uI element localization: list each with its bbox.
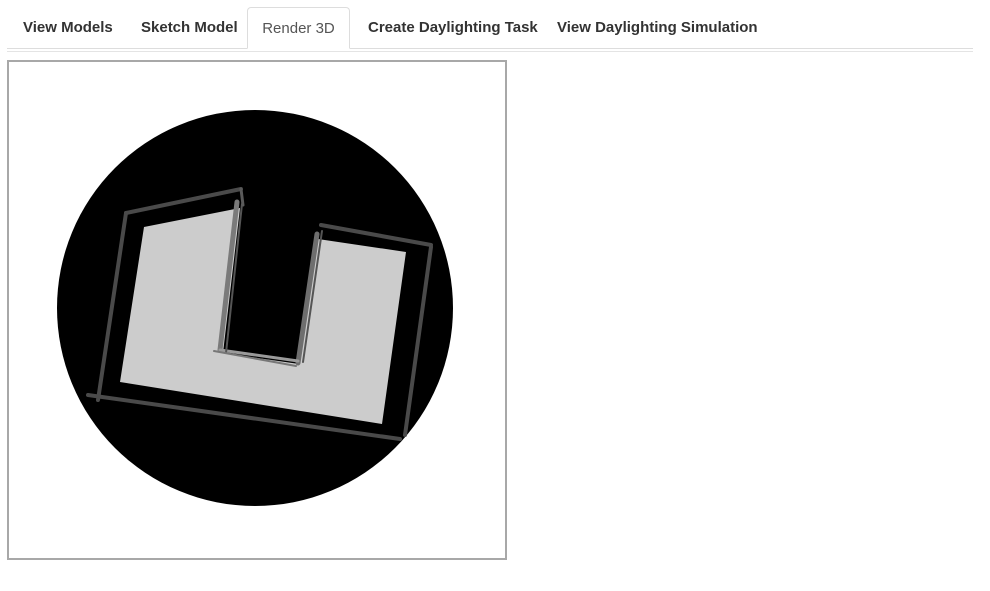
tab-view-daylighting-simulation[interactable]: View Daylighting Simulation	[557, 7, 758, 48]
tab-sketch-model[interactable]: Sketch Model	[141, 7, 238, 48]
tab-view-models[interactable]: View Models	[23, 7, 113, 48]
tab-create-daylighting-task[interactable]: Create Daylighting Task	[368, 7, 538, 48]
tab-render-3d[interactable]: Render 3D	[247, 7, 350, 49]
wall-corner-top	[239, 187, 245, 207]
render-canvas[interactable]	[9, 62, 505, 558]
render-3d-app: View Models Sketch Model Render 3D Creat…	[0, 0, 990, 591]
render-viewport[interactable]	[7, 60, 507, 560]
tab-bar: View Models Sketch Model Render 3D Creat…	[7, 7, 973, 52]
